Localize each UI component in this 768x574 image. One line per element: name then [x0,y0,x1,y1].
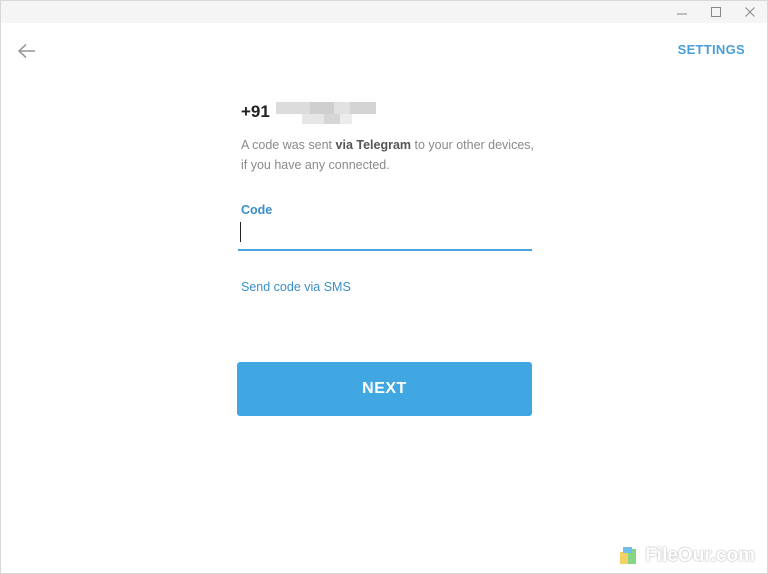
code-input[interactable] [238,219,532,251]
arrow-left-icon [17,43,35,59]
code-field-label: Code [241,203,273,217]
fileour-logo-icon [620,547,637,564]
maximize-button[interactable] [699,1,733,23]
settings-link[interactable]: SETTINGS [678,42,745,57]
via-telegram-text: via Telegram [335,138,412,152]
back-button[interactable] [15,41,39,61]
send-code-via-sms-link[interactable]: Send code via SMS [241,280,351,294]
minimize-button[interactable] [665,1,699,23]
minimize-icon [677,13,687,15]
app-window: SETTINGS +91 A code was sent via Telegra… [0,0,768,574]
watermark: FileOur.com [619,545,755,567]
next-button[interactable]: NEXT [237,362,532,416]
close-button[interactable] [733,1,767,23]
phone-prefix: +91 [241,102,270,121]
phone-number-redacted [275,98,376,126]
code-sent-info: A code was sent via Telegram to your oth… [241,138,535,172]
text-caret [240,222,241,242]
maximize-icon [711,7,721,17]
watermark-text: FileOur.com [645,545,755,566]
close-icon [745,7,755,17]
phone-number: +91 [241,100,376,124]
title-bar [1,1,767,23]
